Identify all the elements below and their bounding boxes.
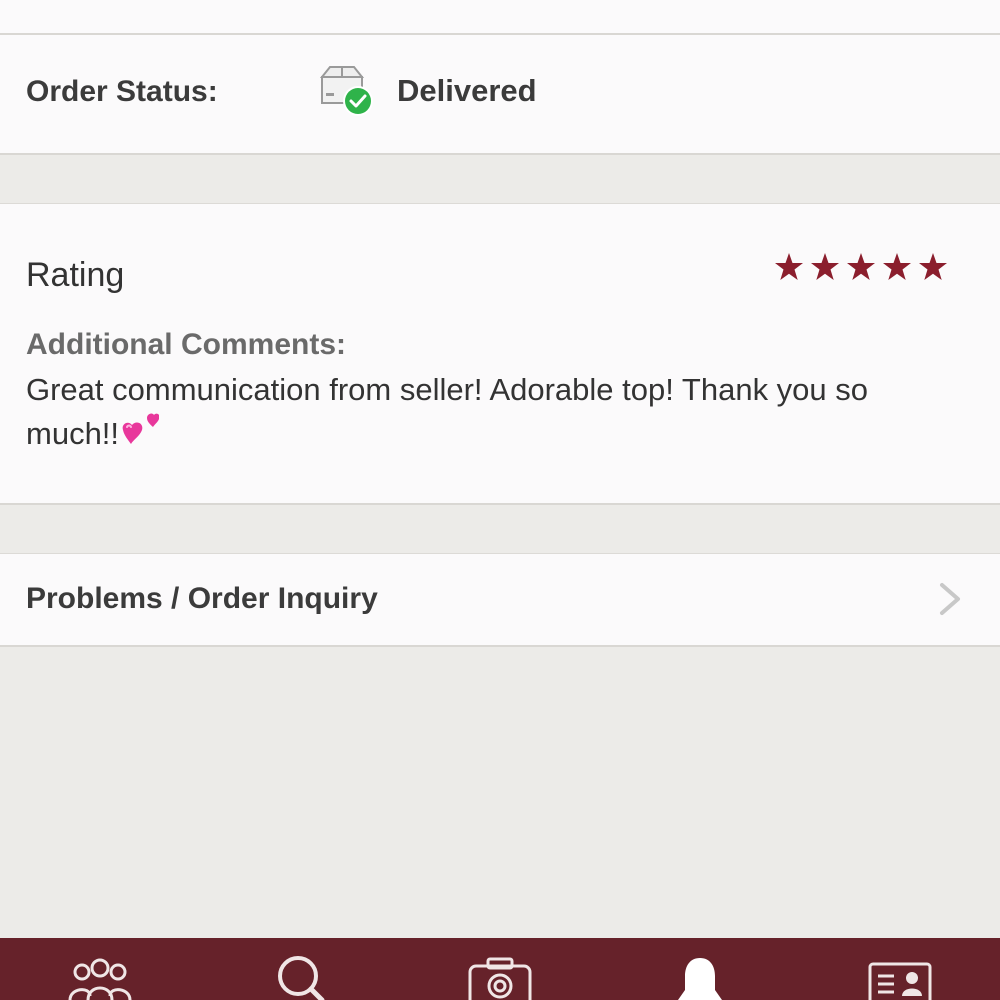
previous-section-card bbox=[0, 0, 1000, 35]
camera-icon bbox=[468, 957, 532, 1000]
bottom-tab-bar bbox=[0, 938, 1000, 1000]
order-inquiry-row[interactable]: Problems / Order Inquiry bbox=[0, 553, 1000, 647]
account-tab[interactable] bbox=[860, 954, 940, 1000]
community-icon bbox=[68, 958, 132, 1000]
chevron-right-icon bbox=[938, 581, 962, 617]
package-delivered-icon bbox=[318, 63, 376, 119]
star-icon bbox=[883, 253, 911, 280]
search-tab[interactable] bbox=[260, 954, 340, 1000]
star-icon bbox=[775, 253, 803, 280]
order-details-screen: Order Status: Delivered Rating Additiona… bbox=[0, 0, 1000, 1000]
rating-card: Rating Additional Comments: Great commun… bbox=[0, 203, 1000, 505]
notifications-tab[interactable] bbox=[660, 954, 740, 1000]
two-hearts-icon bbox=[119, 412, 160, 450]
camera-tab[interactable] bbox=[460, 954, 540, 1000]
additional-comments-label: Additional Comments: bbox=[26, 328, 346, 361]
star-icon bbox=[919, 253, 947, 280]
community-tab[interactable] bbox=[60, 954, 140, 1000]
additional-comments-text: Great communication from seller! Adorabl… bbox=[26, 368, 966, 456]
star-rating bbox=[774, 252, 948, 282]
account-icon bbox=[868, 962, 932, 1000]
rating-title: Rating bbox=[26, 256, 125, 294]
order-status-value: Delivered bbox=[397, 73, 537, 108]
search-icon bbox=[278, 956, 325, 1000]
notifications-icon bbox=[678, 958, 722, 1000]
order-status-row: Order Status: Delivered bbox=[0, 35, 1000, 155]
star-icon bbox=[811, 253, 839, 280]
order-status-label: Order Status: bbox=[26, 75, 218, 108]
star-icon bbox=[847, 253, 875, 280]
order-inquiry-label: Problems / Order Inquiry bbox=[26, 582, 378, 615]
